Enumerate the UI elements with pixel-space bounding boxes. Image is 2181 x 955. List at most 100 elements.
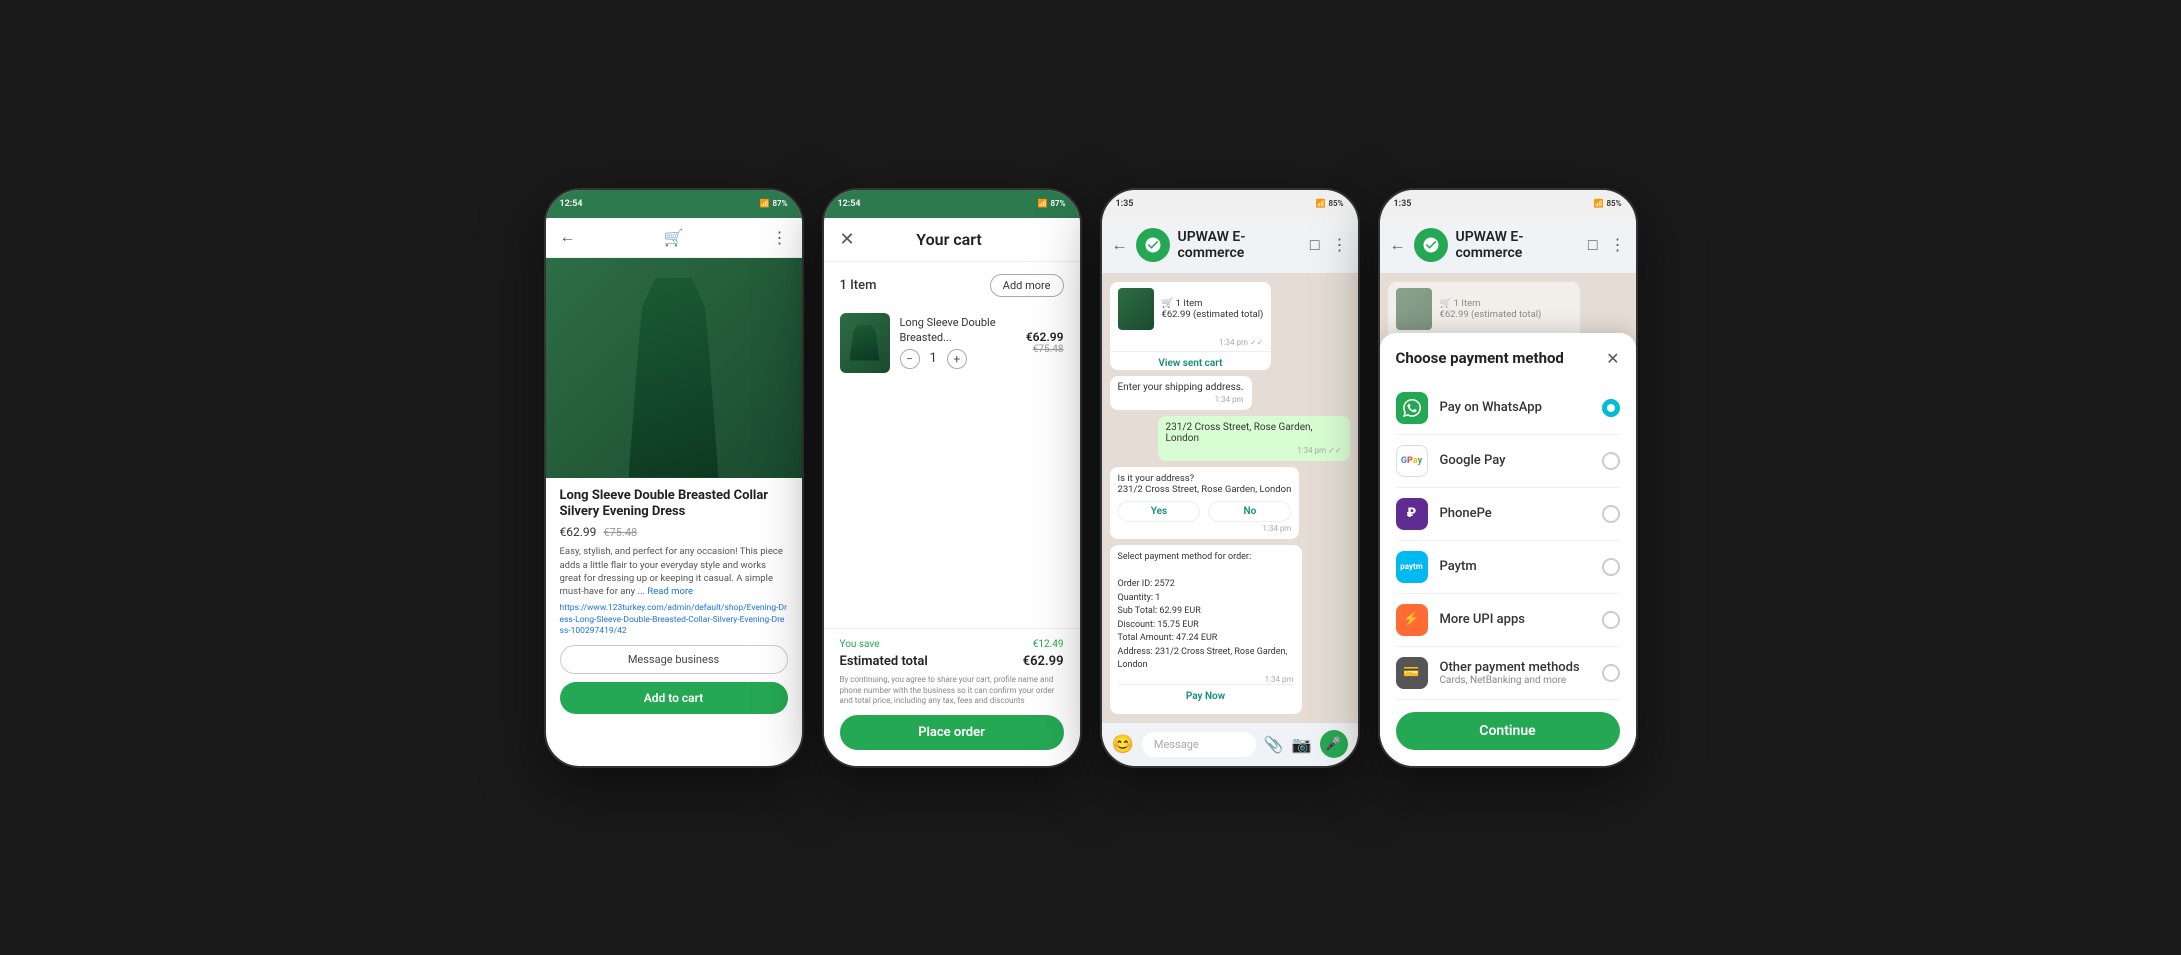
address-bubble: 231/2 Cross Street, Rose Garden, London …	[1158, 416, 1350, 461]
savings-amount: €12.49	[1033, 639, 1064, 650]
payment-option-upi[interactable]: ⚡ More UPI apps	[1396, 594, 1620, 647]
more-icon[interactable]: ⋮	[1610, 235, 1626, 255]
phone1-status-icons: 📶 87%	[759, 199, 787, 208]
phone4-time: 1:35	[1394, 199, 1412, 209]
back-icon[interactable]: ←	[1390, 235, 1406, 255]
product-title: Long Sleeve Double Breasted Collar Silve…	[560, 488, 788, 522]
phone4-status-icons: 📶 85%	[1593, 199, 1621, 208]
gpay-payment-icon: GPay	[1396, 445, 1428, 477]
yes-no-buttons: Yes No	[1118, 501, 1292, 522]
more-icon[interactable]: ⋮	[771, 228, 787, 247]
bg-order-thumb	[1396, 288, 1432, 330]
phonepe-radio[interactable]	[1602, 505, 1620, 523]
phone2-status-icons: 📶 87%	[1037, 199, 1065, 208]
order-time: 1:34 pm ✓✓	[1110, 338, 1272, 351]
cart-header: ✕ Your cart	[824, 218, 1080, 262]
modal-header: Choose payment method ✕	[1396, 349, 1620, 368]
message-placeholder: Message	[1154, 738, 1199, 751]
view-cart-button[interactable]: View sent cart	[1110, 351, 1272, 371]
item-original-price: €75.48	[1026, 344, 1064, 355]
upi-radio[interactable]	[1602, 611, 1620, 629]
cart-items-bar: 1 Item Add more	[824, 262, 1080, 305]
phone-3: 1:35 📶 85% ← UPWAW E-commerce □ ⋮	[1100, 188, 1360, 768]
mic-icon: 🎤	[1325, 737, 1341, 752]
order-info: 🛒 1 Item €62.99 (estimated total)	[1162, 298, 1264, 320]
phone4-chat-icons: □ ⋮	[1588, 235, 1626, 255]
message-input[interactable]: Message	[1142, 732, 1256, 757]
business-name: UPWAW E-commerce	[1178, 229, 1302, 261]
item-dress	[850, 325, 880, 361]
message-business-button[interactable]: Message business	[560, 645, 788, 674]
mic-button[interactable]: 🎤	[1320, 730, 1348, 758]
battery-icon: 87%	[1050, 199, 1065, 208]
phone3-status-bar: 1:35 📶 85%	[1102, 190, 1358, 218]
cart-item-details: Long Sleeve Double Breasted... − 1 +	[900, 316, 1016, 369]
order-thumbnail	[1118, 288, 1154, 330]
modal-close-button[interactable]: ✕	[1606, 349, 1619, 368]
estimated-total-label: Estimated total	[840, 654, 928, 669]
upi-payment-icon: ⚡	[1396, 604, 1428, 636]
cart-icon[interactable]: 🛒	[664, 228, 684, 247]
phone-1: 12:54 📶 87% ← 🛒 ⋮ Long Sleeve Double Bre…	[544, 188, 804, 768]
other-radio[interactable]	[1602, 664, 1620, 682]
business-avatar	[1136, 228, 1170, 262]
payment-option-paytm[interactable]: paytm Paytm	[1396, 541, 1620, 594]
other-payment-icon: 💳	[1396, 657, 1428, 689]
order-price: €62.99 (estimated total)	[1162, 309, 1264, 320]
back-icon[interactable]: ←	[560, 227, 576, 247]
other-payment-sublabel: Cards, NetBanking and more	[1440, 675, 1590, 686]
payment-option-other[interactable]: 💳 Other payment methods Cards, NetBankin…	[1396, 647, 1620, 700]
continue-button[interactable]: Continue	[1396, 712, 1620, 750]
more-icon[interactable]: ⋮	[1332, 235, 1348, 255]
yes-button[interactable]: Yes	[1118, 501, 1201, 522]
product-link[interactable]: https://www.123turkey.com/admin/default/…	[560, 603, 788, 636]
payment-time: 1:34 pm	[1118, 675, 1294, 684]
whatsapp-payment-label: Pay on WhatsApp	[1440, 400, 1590, 415]
payment-prompt-bubble: Select payment method for order: Order I…	[1110, 545, 1302, 714]
payment-option-phonepe[interactable]: ₽ PhonePe	[1396, 488, 1620, 541]
paytm-radio[interactable]	[1602, 558, 1620, 576]
payment-option-whatsapp[interactable]: Pay on WhatsApp	[1396, 382, 1620, 435]
close-icon[interactable]: ✕	[840, 229, 855, 250]
product-description: Easy, stylish, and perfect for any occas…	[560, 545, 788, 598]
qty-decrease-button[interactable]: −	[900, 349, 920, 369]
phone-2: 12:54 📶 87% ✕ Your cart 1 Item Add more …	[822, 188, 1082, 768]
whatsapp-radio[interactable]	[1602, 399, 1620, 417]
video-icon[interactable]: □	[1588, 235, 1598, 255]
video-icon[interactable]: □	[1310, 235, 1320, 255]
pay-now-button[interactable]: Pay Now	[1118, 684, 1294, 708]
add-to-cart-button[interactable]: Add to cart	[560, 682, 788, 714]
order-items: 🛒 1 Item	[1162, 298, 1264, 309]
gpay-radio[interactable]	[1602, 452, 1620, 470]
other-payment-label: Other payment methods	[1440, 660, 1590, 675]
place-order-button[interactable]: Place order	[840, 715, 1064, 750]
phone4-whatsapp-header: ← UPWAW E-commerce □ ⋮	[1380, 218, 1636, 274]
paytm-payment-icon: paytm	[1396, 551, 1428, 583]
add-more-button[interactable]: Add more	[990, 274, 1064, 297]
confirm-text: Is it your address?231/2 Cross Street, R…	[1118, 473, 1292, 495]
attach-icon[interactable]: 📎	[1264, 735, 1284, 754]
emoji-icon[interactable]: 😊	[1112, 734, 1134, 755]
product-price: €62.99 €75.48	[560, 525, 788, 539]
phone1-time: 12:54	[560, 199, 583, 209]
current-price: €62.99	[560, 525, 597, 539]
qty-increase-button[interactable]: +	[947, 349, 967, 369]
qty-value: 1	[930, 351, 937, 366]
shipping-prompt-bubble: Enter your shipping address. 1:34 pm	[1110, 376, 1252, 410]
payment-option-gpay[interactable]: GPay Google Pay	[1396, 435, 1620, 488]
back-icon[interactable]: ←	[1112, 235, 1128, 255]
payment-method-modal: Choose payment method ✕ Pay on WhatsApp …	[1380, 333, 1636, 766]
cart-item-name: Long Sleeve Double Breasted...	[900, 316, 1016, 345]
product-content: Long Sleeve Double Breasted Collar Silve…	[546, 478, 802, 724]
savings-label: You save	[840, 639, 880, 650]
no-button[interactable]: No	[1208, 501, 1291, 522]
camera-icon[interactable]: 📷	[1292, 735, 1312, 754]
phone4-business-avatar	[1414, 228, 1448, 262]
gpay-payment-label: Google Pay	[1440, 453, 1590, 468]
cart-qty-control: − 1 +	[900, 349, 1016, 369]
shipping-time: 1:34 pm	[1118, 395, 1244, 404]
bg-order-info: 🛒 1 Item €62.99 (estimated total)	[1440, 298, 1542, 320]
phonepe-payment-icon: ₽	[1396, 498, 1428, 530]
phonepe-payment-label: PhonePe	[1440, 506, 1590, 521]
read-more-link[interactable]: Read more	[647, 586, 693, 597]
